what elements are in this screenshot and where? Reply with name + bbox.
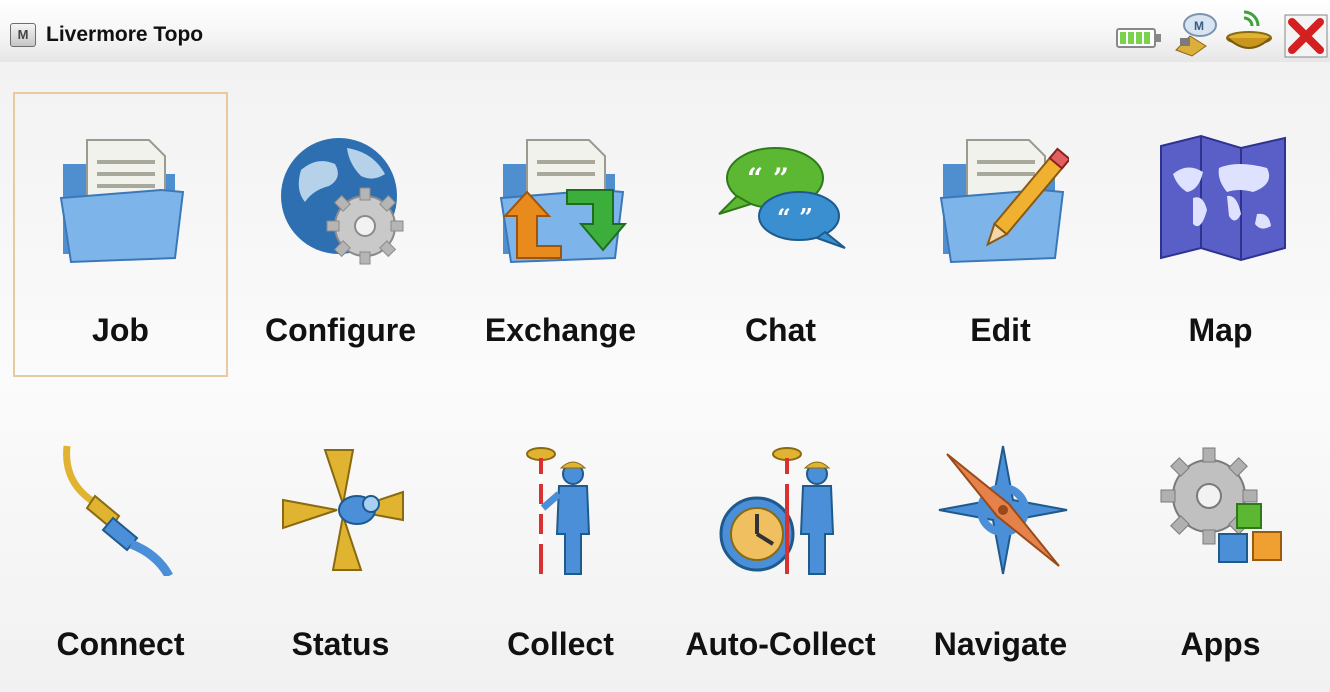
edit-label: Edit: [970, 312, 1031, 348]
chat-button[interactable]: “ ” “ ” Chat: [673, 92, 888, 377]
apps-button[interactable]: Apps: [1113, 402, 1328, 687]
connect-label: Connect: [56, 626, 185, 662]
battery-icon[interactable]: [1116, 28, 1164, 50]
navigate-compass-icon: [938, 445, 1068, 575]
svg-text:“ ”: “ ”: [777, 203, 813, 232]
map-label: Map: [1188, 312, 1253, 348]
controller-connection-icon[interactable]: M: [1170, 10, 1220, 58]
edit-button[interactable]: Edit: [893, 92, 1108, 377]
auto-collect-button[interactable]: Auto-Collect: [673, 402, 888, 687]
collect-button[interactable]: Collect: [453, 402, 668, 687]
configure-label: Configure: [264, 312, 417, 348]
configure-button[interactable]: Configure: [233, 92, 448, 377]
svg-text:“ ”: “ ”: [747, 162, 789, 195]
main-menu: Job Configure Exchange “ ” “ ” Chat Edit…: [0, 62, 1330, 692]
auto-collect-clock-surveyor-icon: [719, 447, 835, 575]
status-button[interactable]: Status: [233, 402, 448, 687]
status-label: Status: [291, 626, 390, 662]
title-bar: M Livermore Topo M: [0, 0, 1330, 62]
collect-surveyor-icon: [526, 447, 591, 575]
exchange-label: Exchange: [484, 312, 637, 348]
apps-label: Apps: [1180, 626, 1261, 662]
connect-cable-icon: [63, 445, 173, 576]
job-folder-icon: [59, 139, 185, 264]
app-menu-button[interactable]: M: [10, 23, 36, 47]
configure-globe-gear-icon: [281, 138, 404, 265]
navigate-label: Navigate: [933, 626, 1068, 662]
map-icon: [1160, 134, 1286, 262]
exchange-button[interactable]: Exchange: [453, 92, 668, 377]
edit-folder-pencil-icon: [939, 139, 1069, 264]
apps-gear-blocks-icon: [1160, 447, 1282, 563]
navigate-button[interactable]: Navigate: [893, 402, 1108, 687]
map-button[interactable]: Map: [1113, 92, 1328, 377]
job-label: Job: [92, 312, 149, 348]
close-icon[interactable]: [1284, 14, 1328, 58]
svg-text:M: M: [1194, 19, 1204, 33]
status-propeller-icon: [282, 449, 404, 571]
gnss-receiver-icon[interactable]: [1224, 8, 1274, 56]
connect-button[interactable]: Connect: [13, 402, 228, 687]
chat-label: Chat: [744, 312, 817, 348]
collect-label: Collect: [507, 626, 614, 662]
job-button[interactable]: Job: [13, 92, 228, 377]
chat-bubbles-icon: “ ” “ ”: [718, 147, 846, 249]
window-title: Livermore Topo: [46, 23, 204, 46]
exchange-folder-arrows-icon: [499, 139, 628, 264]
auto-collect-label: Auto-Collect: [685, 626, 876, 662]
